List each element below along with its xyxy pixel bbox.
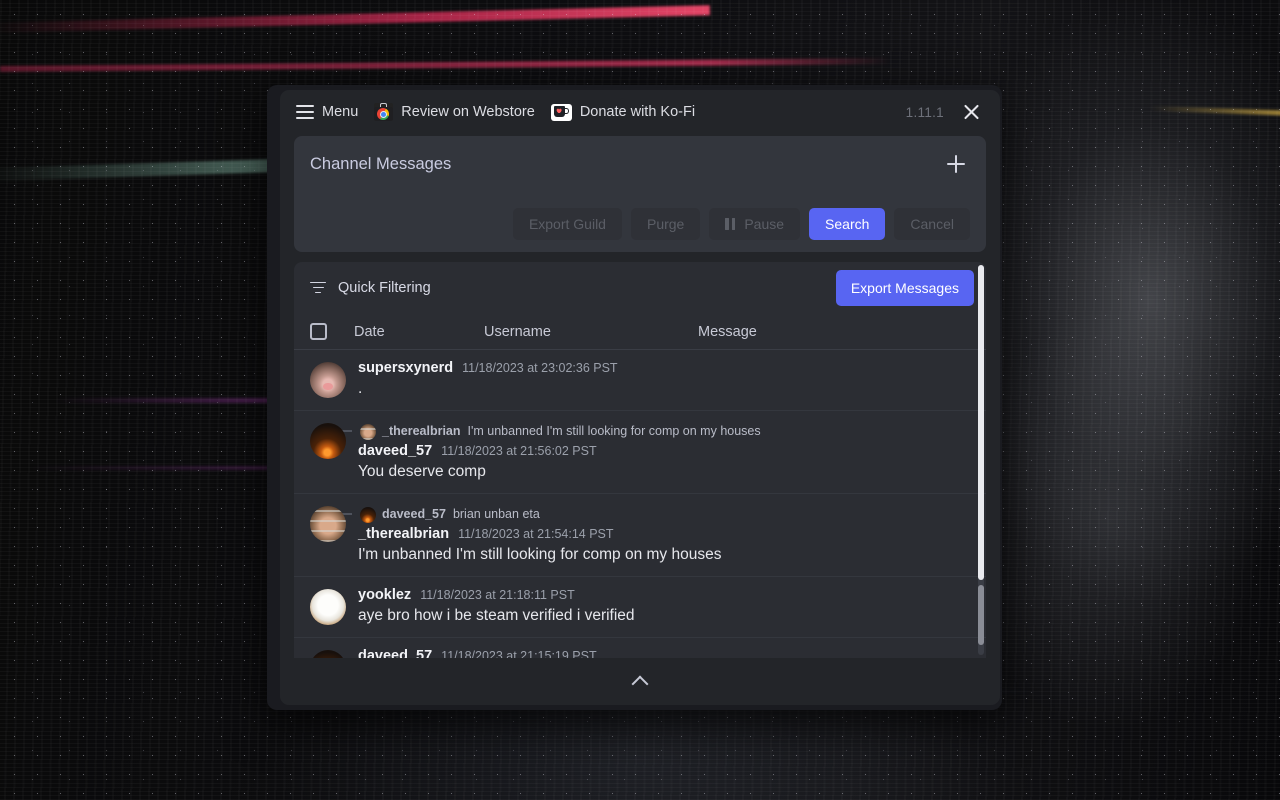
- table-header-row: Date Username Message: [294, 314, 986, 350]
- kofi-cup-icon: [550, 103, 572, 121]
- reply-text: brian unban eta: [452, 507, 540, 521]
- filter-icon: [310, 281, 326, 295]
- message-header: supersxynerd 11/18/2023 at 23:02:36 PST: [358, 360, 970, 376]
- results-header: Quick Filtering Export Messages: [294, 262, 986, 314]
- extension-modal: Menu Review on Webstore Donate with Ko-F…: [280, 90, 1000, 705]
- avatar: [310, 589, 346, 625]
- review-on-webstore-link[interactable]: Review on Webstore: [366, 99, 543, 125]
- reply-reference[interactable]: _therealbrian I'm unbanned I'm still loo…: [328, 422, 970, 440]
- message-username: daveed_57: [358, 443, 433, 459]
- pause-label: Pause: [744, 216, 785, 232]
- channel-messages-card: Channel Messages Export Guild Purge Paus…: [294, 136, 986, 252]
- message-body: supersxynerd 11/18/2023 at 23:02:36 PST …: [358, 360, 970, 398]
- avatar: [310, 423, 346, 459]
- hamburger-icon: [296, 105, 314, 119]
- message-text: You deserve comp: [358, 463, 486, 480]
- message-username: _therealbrian: [358, 526, 450, 542]
- message-text: aye bro how i be steam verified i verifi…: [358, 607, 635, 624]
- export-messages-button[interactable]: Export Messages: [835, 270, 974, 306]
- search-button[interactable]: Search: [809, 208, 886, 240]
- export-guild-button[interactable]: Export Guild: [512, 208, 622, 240]
- reply-avatar: [360, 424, 376, 440]
- menu-button[interactable]: Menu: [288, 100, 366, 124]
- background-streak: [1149, 105, 1280, 120]
- table-row[interactable]: _therealbrian I'm unbanned I'm still loo…: [294, 411, 986, 494]
- reply-username: _therealbrian: [382, 424, 461, 438]
- message-timestamp: 11/18/2023 at 21:54:14 PST: [458, 527, 614, 541]
- vertical-scrollbar[interactable]: [978, 265, 984, 655]
- message-username: yooklez: [358, 587, 412, 603]
- message-timestamp: 11/18/2023 at 23:02:36 PST: [462, 361, 618, 375]
- column-header-date: Date: [354, 323, 385, 340]
- background-streak: [0, 5, 711, 33]
- background-streak: [0, 58, 891, 72]
- scrollbar-track-segment[interactable]: [978, 585, 984, 645]
- reply-reference[interactable]: daveed_57 brian unban eta: [328, 505, 970, 523]
- avatar: [310, 506, 346, 542]
- message-text: I'm unbanned I'm still looking for comp …: [358, 546, 722, 563]
- message-header: daveed_57 11/18/2023 at 21:56:02 PST: [358, 443, 970, 459]
- message-username: daveed_57: [358, 648, 433, 658]
- message-body: daveed_57 11/18/2023 at 21:15:19 PST: [358, 648, 970, 658]
- table-row[interactable]: yooklez 11/18/2023 at 21:18:11 PST aye b…: [294, 577, 986, 638]
- table-row[interactable]: supersxynerd 11/18/2023 at 23:02:36 PST …: [294, 350, 986, 411]
- purge-button[interactable]: Purge: [630, 208, 701, 240]
- page-title: Channel Messages: [310, 154, 452, 173]
- message-timestamp: 11/18/2023 at 21:56:02 PST: [441, 444, 597, 458]
- table-row[interactable]: daveed_57 brian unban eta _therealbrian …: [294, 494, 986, 577]
- scrollbar-thumb[interactable]: [978, 265, 984, 580]
- reply-text: I'm unbanned I'm still looking for comp …: [467, 424, 761, 438]
- message-timestamp: 11/18/2023 at 21:15:19 PST: [441, 649, 597, 658]
- message-header: _therealbrian 11/18/2023 at 21:54:14 PST: [358, 526, 970, 542]
- chevron-up-icon: [631, 675, 649, 692]
- menu-label: Menu: [322, 104, 359, 120]
- donate-with-kofi-link[interactable]: Donate with Ko-Fi: [543, 100, 703, 125]
- select-all-checkbox[interactable]: [310, 323, 327, 340]
- message-body: _therealbrian I'm unbanned I'm still loo…: [328, 421, 970, 481]
- pause-icon: [725, 218, 736, 230]
- pause-button[interactable]: Pause: [709, 208, 801, 240]
- card-header: Channel Messages: [310, 150, 970, 178]
- message-list[interactable]: supersxynerd 11/18/2023 at 23:02:36 PST …: [294, 350, 986, 658]
- version-label: 1.11.1: [905, 104, 944, 120]
- webstore-label: Review on Webstore: [401, 104, 535, 120]
- table-row[interactable]: daveed_57 11/18/2023 at 21:15:19 PST: [294, 638, 986, 658]
- avatar: [310, 650, 346, 658]
- action-button-row: Export Guild Purge Pause Search Cancel: [310, 208, 970, 240]
- reply-username: daveed_57: [382, 507, 446, 521]
- collapse-button[interactable]: [612, 668, 668, 696]
- reply-avatar: [360, 507, 376, 523]
- modal-footer: [280, 658, 1000, 705]
- message-body: yooklez 11/18/2023 at 21:18:11 PST aye b…: [358, 587, 970, 625]
- avatar: [310, 362, 346, 398]
- kofi-label: Donate with Ko-Fi: [579, 104, 696, 120]
- message-body: daveed_57 brian unban eta _therealbrian …: [328, 504, 970, 564]
- top-bar: Menu Review on Webstore Donate with Ko-F…: [280, 90, 1000, 134]
- message-header: daveed_57 11/18/2023 at 21:15:19 PST: [358, 648, 970, 658]
- message-username: supersxynerd: [358, 360, 454, 376]
- quick-filtering-toggle[interactable]: Quick Filtering: [310, 280, 431, 296]
- message-text: .: [358, 380, 363, 397]
- close-icon[interactable]: [958, 99, 984, 125]
- cancel-button[interactable]: Cancel: [894, 208, 970, 240]
- column-header-username: Username: [484, 323, 551, 340]
- message-header: yooklez 11/18/2023 at 21:18:11 PST: [358, 587, 970, 603]
- results-panel: Quick Filtering Export Messages Date Use…: [294, 262, 986, 658]
- column-header-message: Message: [698, 323, 757, 340]
- plus-icon[interactable]: [942, 150, 970, 178]
- quick-filtering-label: Quick Filtering: [338, 280, 431, 296]
- chrome-webstore-icon: [374, 103, 394, 121]
- message-timestamp: 11/18/2023 at 21:18:11 PST: [420, 588, 575, 602]
